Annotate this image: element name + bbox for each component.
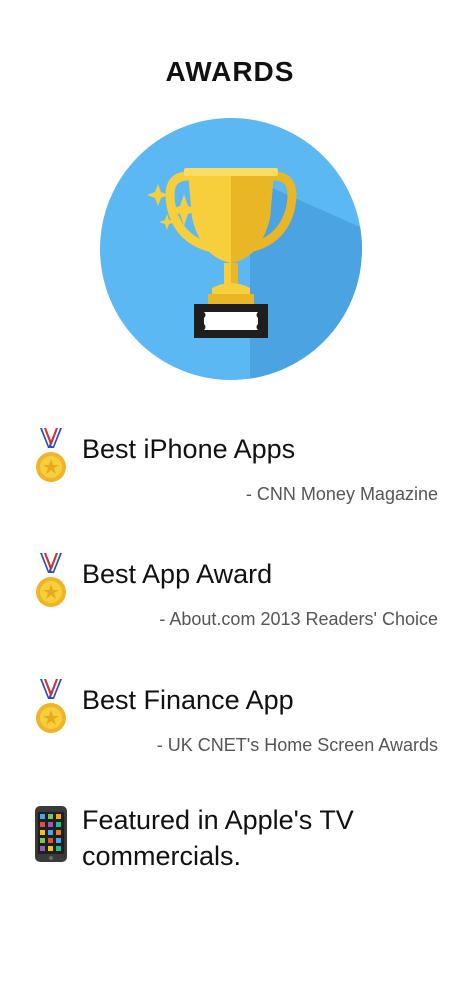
trophy-icon [100,118,362,380]
medal-icon [36,553,66,607]
award-title: Best App Award [82,559,273,589]
award-source: - UK CNET's Home Screen Awards [156,735,438,755]
featured-title: Featured in Apple's TV commercials. [82,805,354,871]
award-title: Best iPhone Apps [82,434,296,464]
medal-icon [36,428,66,482]
award-source: - About.com 2013 Readers' Choice [159,609,438,629]
award-source: - CNN Money Magazine [245,484,438,504]
mobile-phone-icon [35,806,67,862]
award-title: Best Finance App [82,685,294,715]
page-title: AWARDS [165,56,295,87]
medal-icon [36,679,66,733]
